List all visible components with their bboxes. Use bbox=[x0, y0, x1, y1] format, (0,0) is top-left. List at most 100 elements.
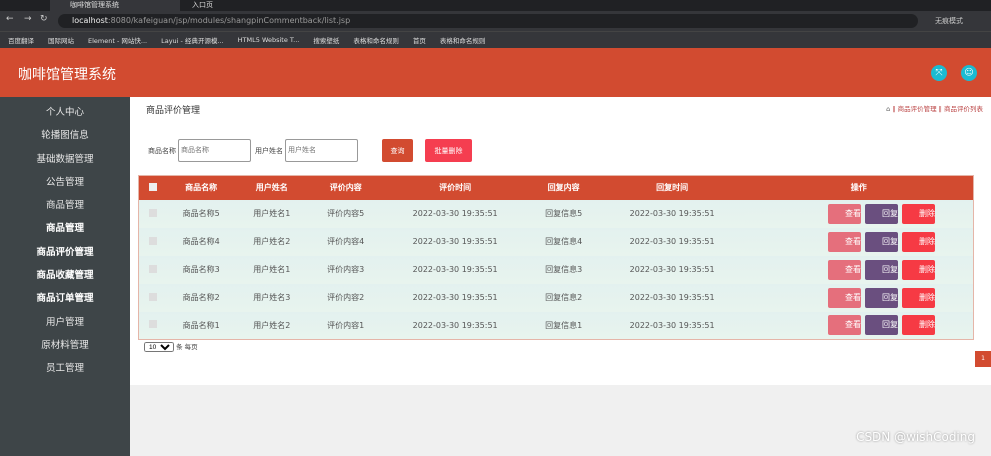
tab-entry[interactable]: 入口页 bbox=[172, 0, 252, 11]
view-button[interactable]: 查看 bbox=[828, 315, 861, 336]
back-icon[interactable]: ← bbox=[6, 14, 14, 24]
table-cell: 2022-03-30 19:35:51 bbox=[599, 199, 745, 228]
breadcrumb: ⌂ ‖ 商品评价管理 ‖ 商品评价列表 bbox=[886, 105, 983, 113]
row-checkbox-cell[interactable] bbox=[138, 311, 168, 340]
sidebar-item[interactable]: 公告管理 bbox=[0, 171, 130, 194]
table-cell: 回复信息1 bbox=[527, 311, 600, 340]
reply-button[interactable]: 回复 bbox=[865, 203, 898, 224]
select-all-checkbox[interactable] bbox=[138, 175, 168, 200]
delete-button[interactable]: 删除 bbox=[902, 287, 935, 308]
bookmark-item[interactable]: 首页 bbox=[413, 35, 426, 45]
row-checkbox[interactable] bbox=[149, 320, 158, 329]
reply-button[interactable]: 回复 bbox=[865, 231, 898, 252]
row-checkbox[interactable] bbox=[149, 208, 158, 217]
view-button[interactable]: 查看 bbox=[828, 259, 861, 280]
url-path: :8080/kafeiguan/jsp/modules/shangpinComm… bbox=[107, 16, 351, 25]
main-content: 商品评价管理 ⌂ ‖ 商品评价管理 ‖ 商品评价列表 商品名称 用户姓名 查询 … bbox=[130, 97, 991, 385]
user-icon[interactable]: ☺ bbox=[961, 65, 977, 81]
name-input[interactable] bbox=[178, 139, 251, 162]
sidebar-item[interactable]: 个人中心 bbox=[0, 101, 130, 124]
sidebar-item[interactable]: 原材料管理 bbox=[0, 334, 130, 357]
row-checkbox[interactable] bbox=[149, 292, 158, 301]
row-checkbox-cell[interactable] bbox=[138, 283, 168, 312]
sidebar-item[interactable]: 商品收藏管理 bbox=[0, 264, 130, 287]
page-1-button[interactable]: 1 bbox=[975, 351, 991, 367]
bookmark-item[interactable]: 百度翻译 bbox=[8, 35, 34, 45]
table-cell: 商品名称2 bbox=[167, 283, 235, 312]
bookmark-item[interactable]: 表格和命名规则 bbox=[440, 35, 486, 45]
column-header: 评价内容 bbox=[308, 175, 383, 200]
batch-delete-button[interactable]: 批量删除 bbox=[425, 139, 472, 162]
view-button[interactable]: 查看 bbox=[828, 231, 861, 252]
sidebar-item[interactable]: 商品管理 bbox=[0, 217, 130, 240]
table-cell: 评价内容2 bbox=[308, 283, 383, 312]
bookmarks-bar: 百度翻译 国际网站 Element - 网站快... Layui - 经典开源模...… bbox=[0, 31, 991, 48]
sidebar-item[interactable]: 商品评价管理 bbox=[0, 241, 130, 264]
view-button[interactable]: 查看 bbox=[828, 203, 861, 224]
tab-label: 入口页 bbox=[192, 1, 213, 9]
column-header: 回复内容 bbox=[527, 175, 600, 200]
bookmark-item[interactable]: 搜索壁纸 bbox=[313, 35, 339, 45]
delete-button[interactable]: 删除 bbox=[902, 259, 935, 280]
table-cell: 商品名称4 bbox=[167, 227, 235, 256]
actions-cell: 查看 回复 删除 bbox=[744, 199, 974, 228]
bookmark-item[interactable]: 表格和命名规则 bbox=[353, 35, 399, 45]
column-header: 商品名称 bbox=[167, 175, 235, 200]
view-button[interactable]: 查看 bbox=[828, 287, 861, 308]
incognito-label[interactable]: 无痕模式 bbox=[935, 16, 963, 26]
page-size-select[interactable]: 10 bbox=[144, 342, 174, 352]
table-cell: 评价内容1 bbox=[308, 311, 383, 340]
name-label: 商品名称 bbox=[148, 146, 176, 155]
table-cell: 商品名称5 bbox=[167, 199, 235, 228]
bookmark-item[interactable]: 国际网站 bbox=[48, 35, 74, 45]
table-cell: 用户姓名1 bbox=[234, 255, 309, 284]
bookmark-item[interactable]: HTML5 Website T... bbox=[238, 36, 300, 44]
row-checkbox[interactable] bbox=[149, 264, 158, 273]
actions-cell: 查看 回复 删除 bbox=[744, 227, 974, 256]
row-checkbox[interactable] bbox=[149, 236, 158, 245]
table-cell: 2022-03-30 19:35:51 bbox=[382, 255, 528, 284]
table-cell: 2022-03-30 19:35:51 bbox=[599, 255, 745, 284]
per-page-label: 条 每页 bbox=[176, 343, 198, 351]
table-row: 商品名称4 用户姓名2 评价内容4 2022-03-30 19:35:51 回复信息4 2… bbox=[138, 227, 974, 256]
breadcrumb-item[interactable]: 商品评价管理 bbox=[898, 105, 937, 113]
watermark: CSDN @wishCoding bbox=[856, 430, 975, 444]
row-checkbox-cell[interactable] bbox=[138, 255, 168, 284]
sidebar-item[interactable]: 商品管理 bbox=[0, 194, 130, 217]
page-title: 商品评价管理 bbox=[146, 106, 201, 116]
sidebar-item[interactable]: 基础数据管理 bbox=[0, 148, 130, 171]
table-cell: 2022-03-30 19:35:51 bbox=[382, 311, 528, 340]
reload-icon[interactable]: ↻ bbox=[40, 14, 48, 24]
reply-button[interactable]: 回复 bbox=[865, 315, 898, 336]
sidebar-item[interactable]: 轮播图信息 bbox=[0, 124, 130, 147]
home-icon[interactable]: ⌂ bbox=[886, 105, 890, 113]
row-checkbox-cell[interactable] bbox=[138, 227, 168, 256]
delete-button[interactable]: 删除 bbox=[902, 203, 935, 224]
tab-label: 咖啡馆管理系统 bbox=[70, 1, 119, 9]
sidebar-item[interactable]: 商品订单管理 bbox=[0, 287, 130, 310]
query-button[interactable]: 查询 bbox=[382, 139, 413, 162]
url-input[interactable]: localhost:8080/kafeiguan/jsp/modules/sha… bbox=[58, 14, 918, 28]
url-host: localhost bbox=[72, 16, 108, 25]
table-cell: 商品名称1 bbox=[167, 311, 235, 340]
forward-icon[interactable]: → bbox=[24, 14, 32, 24]
row-checkbox-cell[interactable] bbox=[138, 199, 168, 228]
table-row: 商品名称5 用户姓名1 评价内容5 2022-03-30 19:35:51 回复信息5 2… bbox=[138, 199, 974, 228]
table-cell: 用户姓名3 bbox=[234, 283, 309, 312]
bookmark-item[interactable]: Element - 网站快... bbox=[88, 35, 147, 45]
delete-button[interactable]: 删除 bbox=[902, 315, 935, 336]
user-input[interactable] bbox=[285, 139, 358, 162]
reply-button[interactable]: 回复 bbox=[865, 287, 898, 308]
bookmark-item[interactable]: Layui - 经典开源模... bbox=[161, 35, 224, 45]
tab-active[interactable]: 咖啡馆管理系统 bbox=[50, 0, 180, 11]
table-cell: 回复信息5 bbox=[527, 199, 600, 228]
address-bar: ← → ↻ localhost:8080/kafeiguan/jsp/modul… bbox=[0, 11, 991, 31]
comment-table: 商品名称 用户姓名 评价内容 评价时间 回复内容 回复时间 操作 商品名称5 用户姓名1 评价内… bbox=[138, 175, 974, 340]
breadcrumb-item: 商品评价列表 bbox=[944, 105, 983, 113]
fullscreen-icon[interactable]: ⤧ bbox=[931, 65, 947, 81]
reply-button[interactable]: 回复 bbox=[865, 259, 898, 280]
table-cell: 商品名称3 bbox=[167, 255, 235, 284]
delete-button[interactable]: 删除 bbox=[902, 231, 935, 252]
sidebar-item[interactable]: 用户管理 bbox=[0, 311, 130, 334]
sidebar-item[interactable]: 员工管理 bbox=[0, 357, 130, 380]
